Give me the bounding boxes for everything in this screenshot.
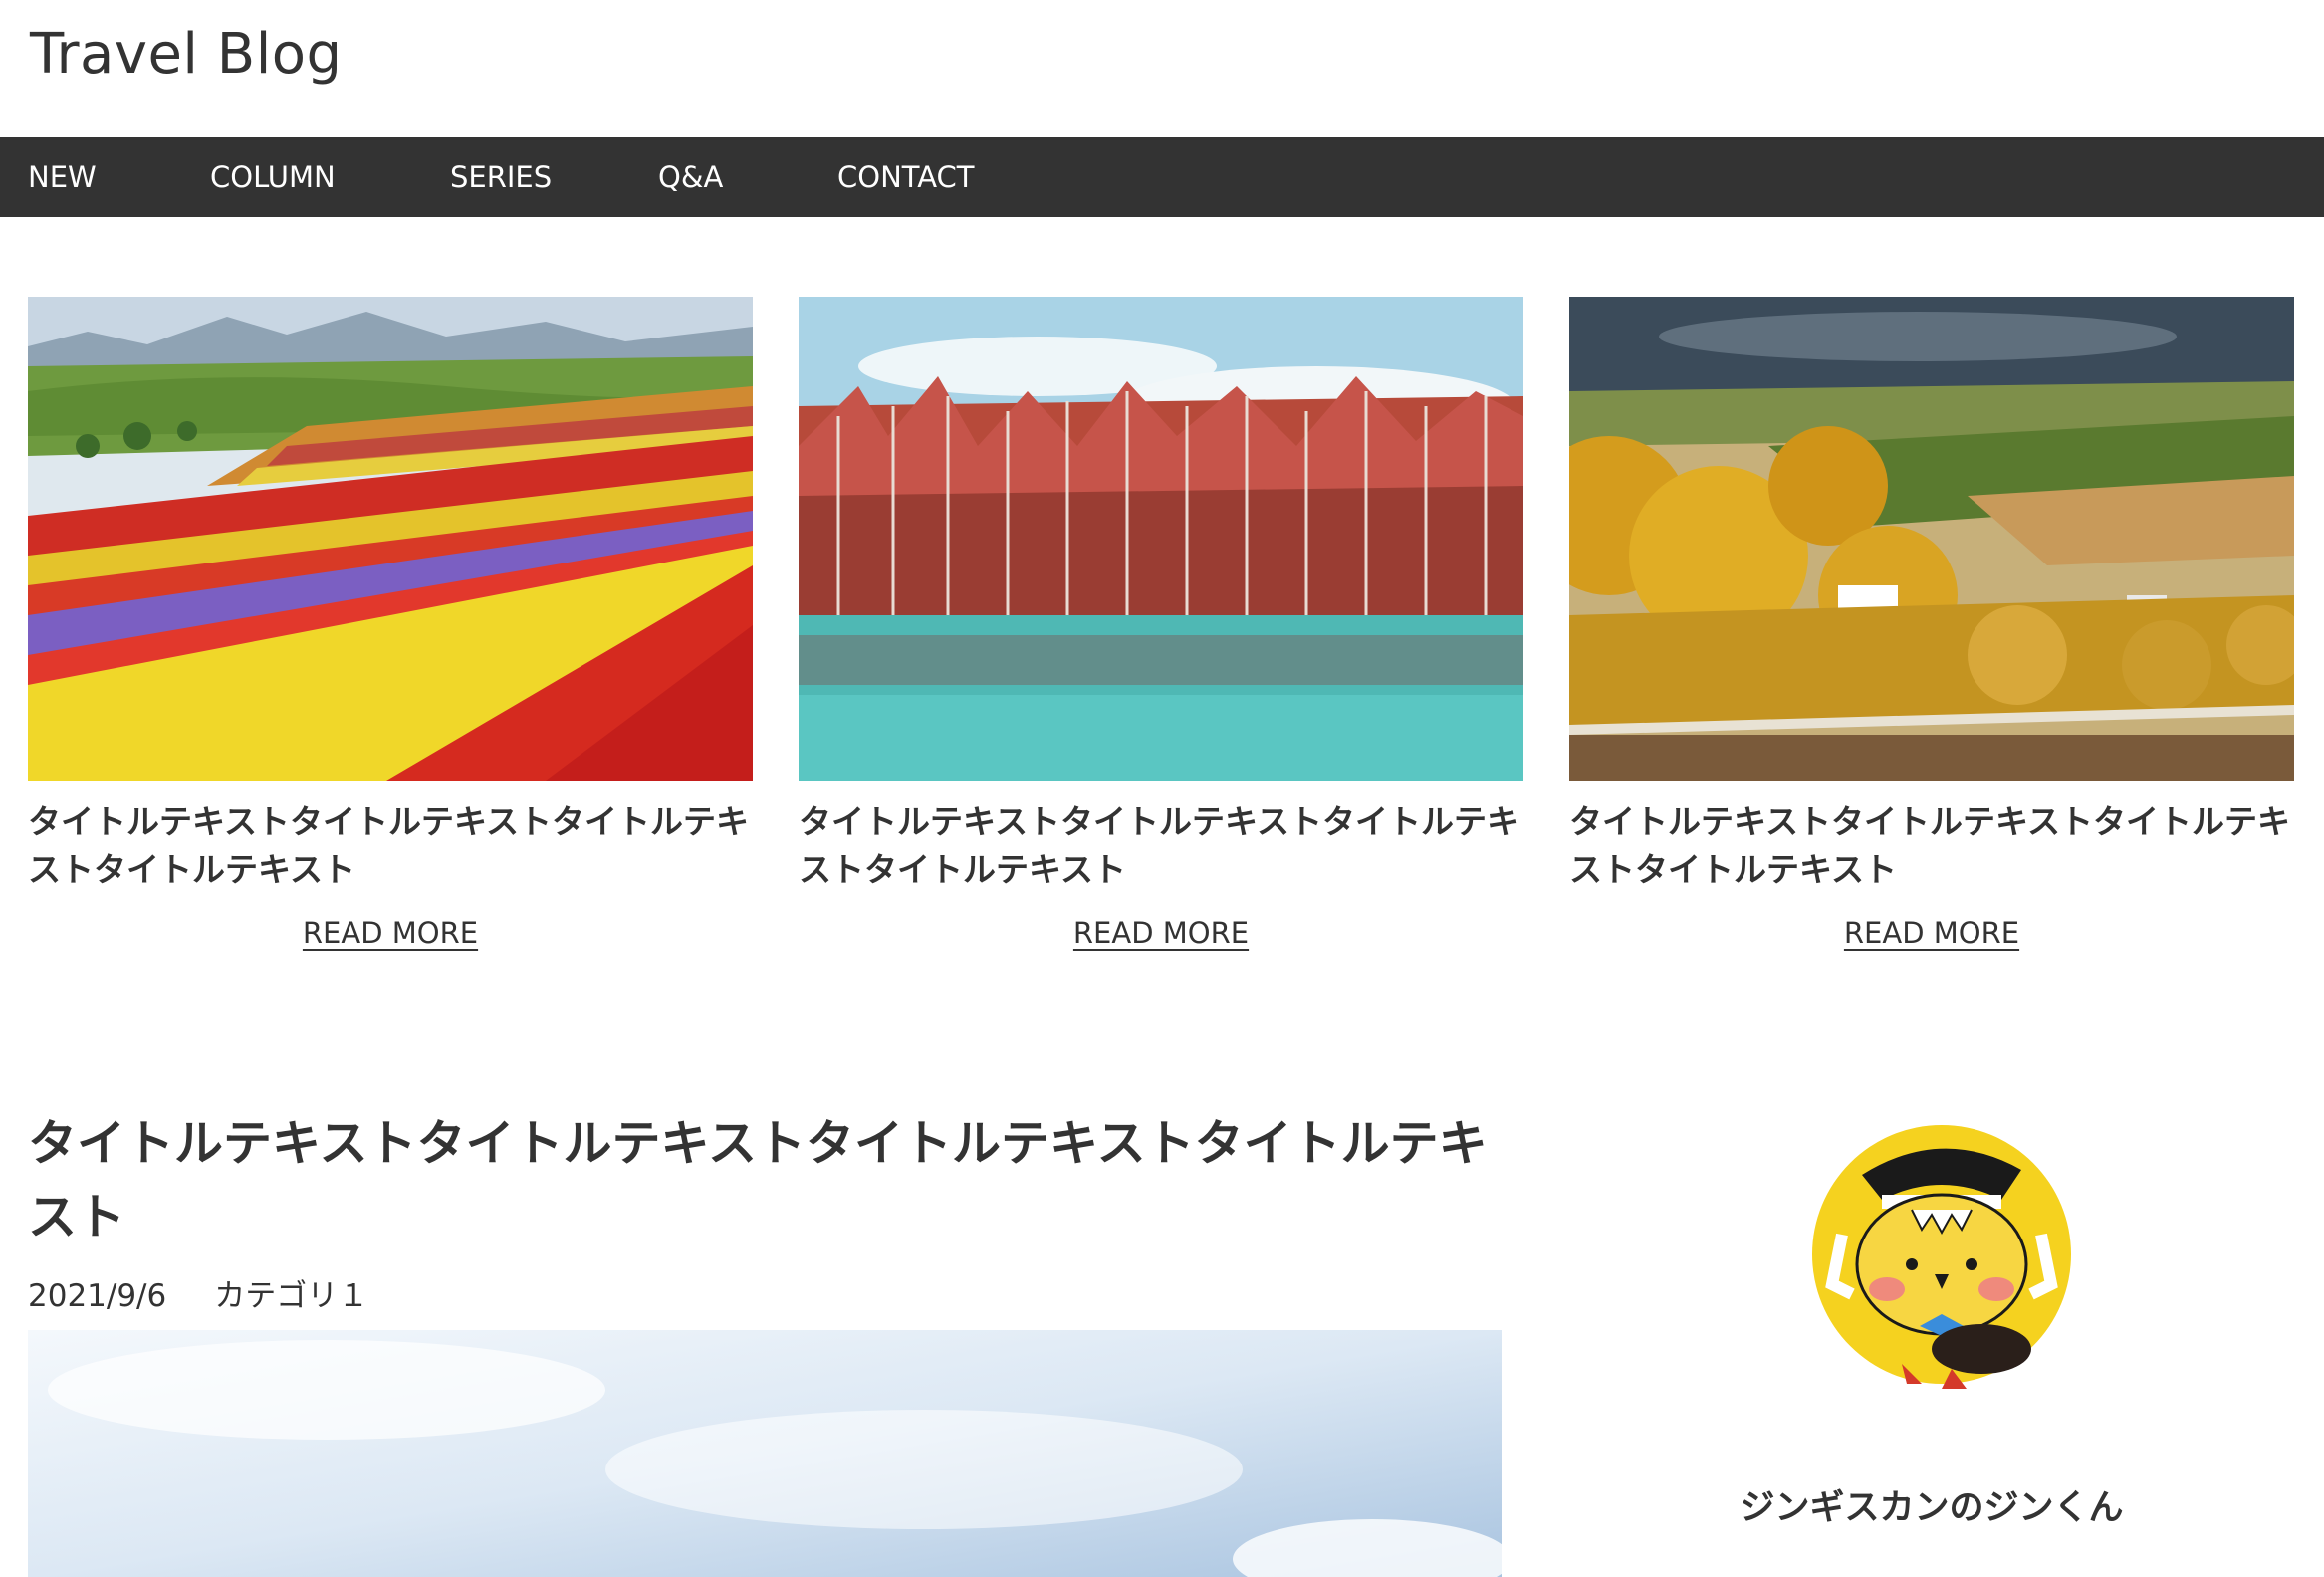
nav-item-series[interactable]: SERIES — [450, 137, 552, 217]
post-title[interactable]: タイトルテキストタイトルテキストタイトルテキストタイトルテキスト — [28, 1107, 1492, 1254]
card-title[interactable]: タイトルテキストタイトルテキストタイトルテキストタイトルテキスト — [799, 798, 1523, 894]
card-image-flower-field[interactable] — [28, 297, 753, 781]
read-more-link-3: READ MORE — [1569, 916, 2294, 950]
read-more-label[interactable]: READ MORE — [1073, 916, 1249, 950]
profile-name[interactable]: ジンギスカンのジンくん — [1553, 1479, 2310, 1530]
article-card-1: タイトルテキストタイトルテキストタイトルテキストタイトルテキスト — [28, 297, 753, 954]
nav-item-qa[interactable]: Q&A — [658, 137, 723, 217]
read-more-link-1: READ MORE — [28, 916, 753, 950]
site-header: Travel Blog — [0, 0, 2324, 137]
post-category[interactable]: カテゴリ１ — [214, 1278, 368, 1314]
nav-item-column[interactable]: COLUMN — [210, 137, 336, 217]
site-title[interactable]: Travel Blog — [30, 22, 343, 87]
card-image-blue-pond[interactable] — [799, 297, 1523, 781]
card-image-autumn-hills[interactable] — [1569, 297, 2294, 781]
read-more-label[interactable]: READ MORE — [303, 916, 478, 950]
article-card-2: タイトルテキストタイトルテキストタイトルテキストタイトルテキスト — [799, 297, 1523, 954]
post-image-sky — [28, 1330, 1502, 1577]
post-date: 2021/9/6 — [28, 1278, 167, 1314]
nav-item-contact[interactable]: CONTACT — [837, 137, 975, 217]
read-more-label[interactable]: READ MORE — [1844, 916, 2019, 950]
post-meta: 2021/9/6 カテゴリ１ — [28, 1270, 368, 1315]
global-nav: NEW COLUMN SERIES Q&A CONTACT — [0, 137, 2324, 217]
mascot-avatar — [1802, 1115, 2081, 1394]
article-card-3: タイトルテキストタイトルテキストタイトルテキストタイトルテキスト — [1569, 297, 2294, 954]
nav-item-new[interactable]: NEW — [28, 137, 97, 217]
profile-sidebar: ジンギスカンのジンくん — [1553, 1115, 2310, 1577]
card-title[interactable]: タイトルテキストタイトルテキストタイトルテキストタイトルテキスト — [28, 798, 753, 894]
card-title[interactable]: タイトルテキストタイトルテキストタイトルテキストタイトルテキスト — [1569, 798, 2294, 894]
read-more-link-2: READ MORE — [799, 916, 1523, 950]
